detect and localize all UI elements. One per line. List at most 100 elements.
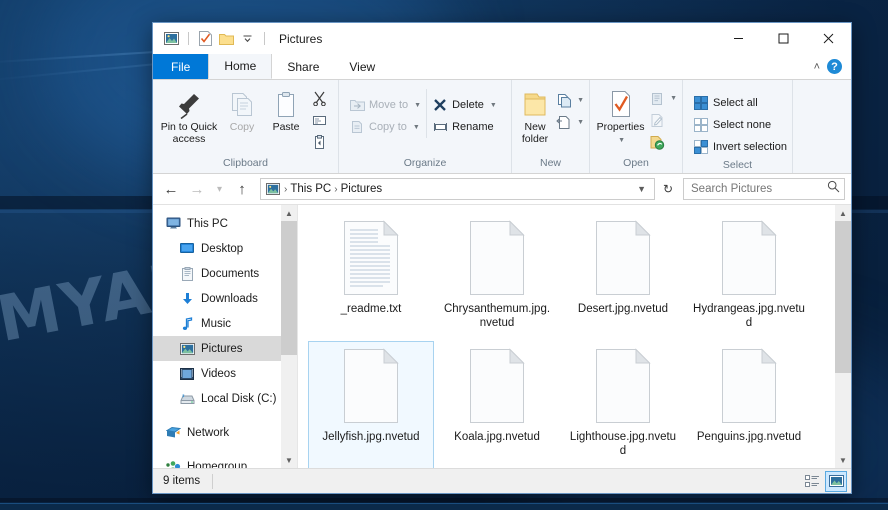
- easy-access-caret-icon[interactable]: ▼: [577, 119, 584, 126]
- breadcrumb-item-this-pc[interactable]: This PC: [290, 183, 331, 195]
- file-item-desert[interactable]: Desert.jpg.nvetud: [560, 213, 686, 341]
- properties-button[interactable]: Properties ▼: [595, 84, 646, 146]
- breadcrumb-dropdown-icon[interactable]: ▼: [631, 184, 652, 194]
- open-with-icon[interactable]: [646, 88, 668, 109]
- sidebar-item-documents[interactable]: Documents: [153, 261, 297, 286]
- filepane-scroll-thumb[interactable]: [835, 221, 851, 374]
- new-item-caret-icon[interactable]: ▼: [577, 97, 584, 104]
- copy-path-icon[interactable]: [308, 110, 330, 131]
- ribbon-toolbar[interactable]: Pin to Quick access Copy Paste Clipboard…: [153, 80, 851, 174]
- properties-caret-icon[interactable]: ▼: [618, 135, 625, 147]
- new-item-icon[interactable]: [553, 90, 575, 111]
- sidebar-item-network[interactable]: Network: [153, 420, 297, 445]
- file-item-koala[interactable]: Koala.jpg.nvetud: [434, 341, 560, 468]
- new-folder-button[interactable]: New folder: [517, 84, 553, 145]
- large-icons-view-icon[interactable]: [825, 470, 847, 492]
- navpane-scrollbar[interactable]: ▲ ▼: [281, 205, 297, 468]
- filepane-scrollbar[interactable]: ▲ ▼: [835, 205, 851, 468]
- sidebar-label: Desktop: [201, 242, 244, 255]
- help-icon[interactable]: ?: [827, 59, 842, 74]
- scroll-down-icon[interactable]: ▼: [281, 452, 297, 468]
- maximize-button[interactable]: [761, 23, 806, 54]
- invert-selection-button[interactable]: Invert selection: [688, 136, 792, 158]
- paste-button[interactable]: Paste: [264, 84, 308, 134]
- file-item-hydrangeas[interactable]: Hydrangeas.jpg.nvetud: [686, 213, 812, 341]
- search-icon[interactable]: [827, 180, 840, 198]
- sidebar-item-videos[interactable]: Videos: [153, 361, 297, 386]
- title-bar[interactable]: Pictures: [153, 23, 851, 54]
- copy-to-button[interactable]: Copy to ▼: [344, 116, 426, 138]
- file-item-penguins[interactable]: Penguins.jpg.nvetud: [686, 341, 812, 468]
- sidebar-item-downloads[interactable]: Downloads: [153, 286, 297, 311]
- properties-icon[interactable]: [195, 28, 216, 49]
- open-with-caret-icon[interactable]: ▼: [670, 95, 677, 102]
- navpane-scroll-thumb[interactable]: [281, 221, 297, 355]
- move-to-caret-icon[interactable]: ▼: [414, 102, 421, 109]
- view-toggle-group[interactable]: [801, 470, 847, 492]
- minimize-button[interactable]: [716, 23, 761, 54]
- tab-view[interactable]: View: [334, 54, 390, 79]
- sidebar-item-homegroup[interactable]: Homegroup: [153, 454, 297, 468]
- edit-icon[interactable]: [646, 110, 668, 131]
- sidebar-label: Documents: [201, 267, 260, 280]
- refresh-icon[interactable]: ↻: [657, 178, 679, 200]
- up-arrow-icon[interactable]: ↑: [230, 177, 254, 201]
- invert-selection-icon: [693, 139, 709, 155]
- scroll-down-icon[interactable]: ▼: [835, 452, 851, 468]
- tab-home[interactable]: Home: [208, 54, 273, 79]
- delete-caret-icon[interactable]: ▼: [490, 102, 497, 109]
- address-bar[interactable]: ← → ▾ ↑ › This PC › Pictures ▼ ↻ Search …: [153, 174, 851, 205]
- file-item-readme[interactable]: _readme.txt: [308, 213, 434, 341]
- file-item-chrysanthemum[interactable]: Chrysanthemum.jpg.nvetud: [434, 213, 560, 341]
- back-arrow-icon[interactable]: ←: [159, 177, 183, 201]
- tab-share[interactable]: Share: [272, 54, 334, 79]
- documents-icon: [179, 266, 195, 282]
- breadcrumb[interactable]: › This PC › Pictures ▼: [260, 178, 655, 200]
- search-input[interactable]: Search Pictures: [683, 178, 845, 200]
- cut-icon[interactable]: [308, 88, 330, 109]
- scroll-up-icon[interactable]: ▲: [835, 205, 851, 221]
- sidebar-item-pictures[interactable]: Pictures: [153, 336, 297, 361]
- scroll-up-icon[interactable]: ▲: [281, 205, 297, 221]
- details-view-icon[interactable]: [801, 471, 823, 492]
- homegroup-icon: [165, 459, 181, 468]
- recent-locations-icon[interactable]: ▾: [211, 177, 228, 201]
- delete-button[interactable]: Delete ▼: [427, 94, 506, 116]
- copy-to-caret-icon[interactable]: ▼: [413, 124, 420, 131]
- navpane-scroll-track[interactable]: [281, 221, 297, 452]
- file-grid[interactable]: _readme.txt Chrysanthemum.jpg.nvetud Des…: [298, 205, 835, 468]
- paste-shortcut-icon[interactable]: [308, 132, 330, 153]
- sidebar-label: Music: [201, 317, 232, 330]
- quick-access-toolbar[interactable]: [153, 28, 271, 49]
- file-explorer-window: Pictures File Home Share View ˄ ? Pin to…: [152, 22, 852, 494]
- easy-access-icon[interactable]: [553, 112, 575, 133]
- close-button[interactable]: [806, 23, 851, 54]
- navigation-pane[interactable]: This PC Desktop Documents Downloads Musi…: [153, 205, 297, 468]
- breadcrumb-item-pictures[interactable]: Pictures: [341, 183, 383, 195]
- copy-button[interactable]: Copy: [220, 84, 264, 134]
- sidebar-item-local-disk-c[interactable]: Local Disk (C:): [153, 386, 297, 411]
- pin-to-quick-access-button[interactable]: Pin to Quick access: [158, 84, 220, 145]
- move-to-button[interactable]: Move to ▼: [344, 94, 426, 116]
- sidebar-item-desktop[interactable]: Desktop: [153, 236, 297, 261]
- file-item-jellyfish[interactable]: Jellyfish.jpg.nvetud: [308, 341, 434, 468]
- videos-icon: [179, 366, 195, 382]
- new-folder-icon[interactable]: [216, 28, 237, 49]
- customize-dropdown-icon[interactable]: [237, 28, 258, 49]
- tab-file[interactable]: File: [153, 54, 209, 79]
- sidebar-item-music[interactable]: Music: [153, 311, 297, 336]
- navigation-tree[interactable]: This PC Desktop Documents Downloads Musi…: [153, 205, 297, 468]
- rename-button[interactable]: Rename: [427, 116, 506, 138]
- history-icon[interactable]: [646, 132, 668, 153]
- file-list-pane[interactable]: _readme.txt Chrysanthemum.jpg.nvetud Des…: [297, 205, 851, 468]
- ribbon-group-clipboard: Pin to Quick access Copy Paste Clipboard: [153, 80, 339, 173]
- forward-arrow-icon[interactable]: →: [185, 177, 209, 201]
- sidebar-item-this-pc[interactable]: This PC: [153, 211, 297, 236]
- select-none-button[interactable]: Select none: [688, 114, 792, 136]
- filepane-scroll-track[interactable]: [835, 221, 851, 452]
- window-controls[interactable]: [716, 23, 851, 54]
- ribbon-tab-strip[interactable]: File Home Share View ˄ ?: [153, 54, 851, 80]
- file-item-lighthouse[interactable]: Lighthouse.jpg.nvetud: [560, 341, 686, 468]
- select-all-button[interactable]: Select all: [688, 92, 792, 114]
- ribbon-collapse-icon[interactable]: ˄: [814, 61, 820, 73]
